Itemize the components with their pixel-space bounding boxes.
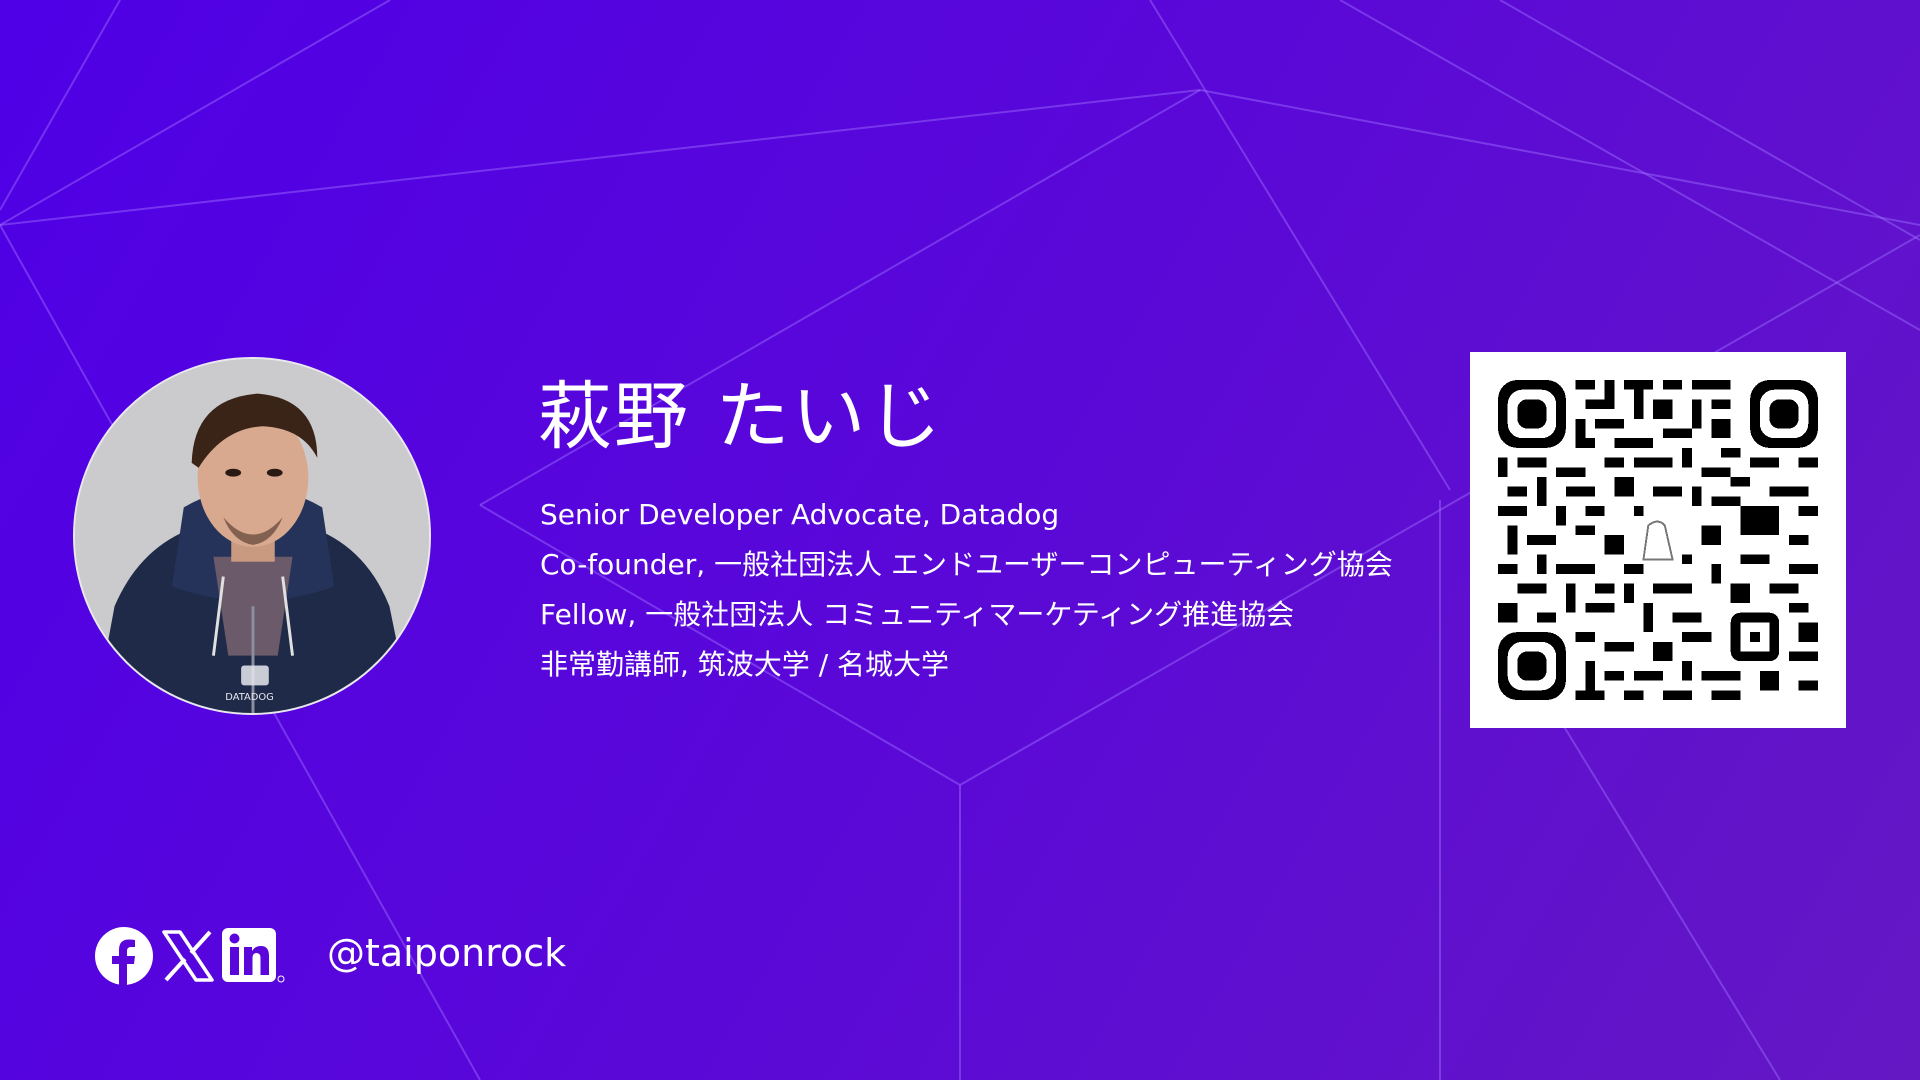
x-icon[interactable] [160,928,216,984]
facebook-icon[interactable] [94,926,154,986]
profile-titles: Senior Developer Advocate, Datadog Co-fo… [540,490,1393,690]
social-icons [94,925,292,987]
title-line: Senior Developer Advocate, Datadog [540,498,1060,531]
title-line: Co-founder, 一般社団法人 エンドユーザーコンピューティング協会 [540,548,1393,581]
portrait-photo: DATADOG [75,359,429,713]
social-handle[interactable]: @taiponrock [327,928,566,978]
svg-text:DATADOG: DATADOG [225,692,273,703]
title-line: Fellow, 一般社団法人 コミュニティマーケティング推進協会 [540,598,1295,631]
profile-photo: DATADOG [73,357,431,715]
title-line: 非常勤講師, 筑波大学 / 名城大学 [540,648,950,681]
linkedin-icon[interactable] [222,926,286,986]
profile-name: 萩野 たいじ [538,374,944,460]
qr-code [1470,352,1846,728]
datadog-logo [1633,515,1683,565]
qr-code-icon [1498,380,1818,700]
